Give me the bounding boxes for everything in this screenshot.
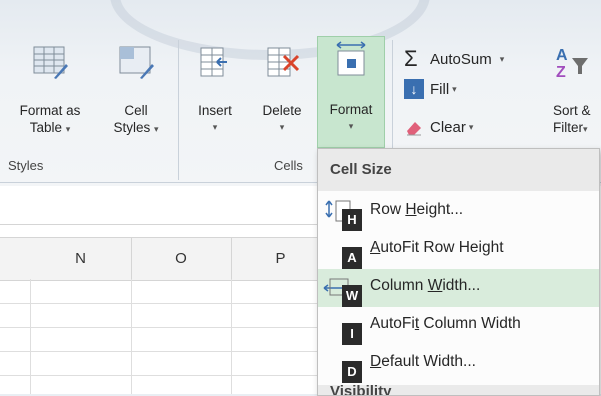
- grid-line: [231, 279, 232, 394]
- format-dropdown-menu: Cell Size H Row Height... A AutoFit Row …: [317, 148, 600, 396]
- keytip-d: D: [342, 361, 362, 383]
- chevron-down-icon: ▾: [212, 122, 218, 132]
- format-cells-icon: [336, 41, 366, 76]
- menu-section-cell-size: Cell Size: [318, 149, 599, 191]
- column-header-row: N O P: [0, 237, 331, 281]
- menu-item-column-width[interactable]: W Column Width...: [318, 269, 599, 307]
- insert-cells-icon: [200, 47, 227, 77]
- sort-filter-line1: Sort &: [553, 103, 591, 118]
- svg-text:Z: Z: [556, 64, 566, 80]
- sort-filter-button[interactable]: A Z Sort & Filter▾: [548, 40, 601, 148]
- cell-styles-icon: [119, 46, 154, 79]
- chevron-down-icon: ▾: [154, 124, 159, 134]
- label-text: eight...: [416, 201, 464, 218]
- group-separator: [178, 40, 179, 180]
- label-text: Column Width: [419, 315, 521, 332]
- format-as-table-icon: [33, 46, 68, 79]
- label-text: Column: [370, 277, 428, 294]
- accelerator-letter: H: [405, 201, 417, 218]
- autosum-label: AutoSum: [430, 50, 492, 68]
- grid-line: [131, 279, 132, 394]
- insert-button[interactable]: Insert ▾: [186, 40, 244, 148]
- table-row[interactable]: [0, 303, 330, 328]
- menu-item-autofit-row-height[interactable]: A AutoFit Row Height: [318, 231, 599, 269]
- cell-styles-button[interactable]: Cell Styles ▾: [100, 40, 172, 148]
- menu-item-row-height[interactable]: H Row Height...: [318, 193, 599, 231]
- fill-label: Fill: [430, 80, 450, 98]
- menu-item-label: Row Height...: [370, 201, 463, 219]
- column-header-o[interactable]: O: [131, 238, 232, 280]
- menu-item-label: AutoFit Row Height: [370, 239, 504, 257]
- table-row[interactable]: [0, 327, 330, 352]
- chevron-down-icon: ▾: [499, 53, 505, 64]
- delete-cells-icon: [267, 47, 300, 77]
- keytip-h: H: [342, 209, 362, 231]
- chevron-down-icon: ▾: [348, 121, 354, 131]
- menu-item-default-width[interactable]: D Default Width...: [318, 345, 599, 383]
- format-button[interactable]: Format ▾: [317, 36, 385, 148]
- menu-item-label: AutoFit Column Width: [370, 315, 521, 333]
- format-as-table-line1: Format as: [19, 103, 81, 118]
- insert-label: Insert: [198, 103, 232, 118]
- delete-label: Delete: [262, 103, 302, 118]
- chevron-down-icon: ▾: [452, 83, 457, 94]
- label-text: utoFit Row Height: [380, 239, 504, 256]
- formula-bar[interactable]: [0, 196, 330, 225]
- chevron-down-icon: ▾: [65, 124, 71, 134]
- keytip-i: I: [342, 323, 362, 345]
- accelerator-letter: D: [370, 353, 382, 370]
- fill-down-icon: ↓: [404, 79, 424, 99]
- keytip-a: A: [342, 247, 362, 269]
- label-text: AutoFi: [370, 315, 415, 332]
- sigma-icon: Σ: [404, 46, 418, 71]
- chevron-down-icon: ▾: [279, 122, 285, 132]
- autosum-button[interactable]: Σ AutoSum ▾: [404, 46, 504, 72]
- sort-filter-line2: Filter: [553, 120, 583, 135]
- format-as-table-line2: Table: [29, 120, 62, 135]
- keytip-w: W: [342, 285, 362, 307]
- cell-styles-line2: Styles: [113, 120, 151, 135]
- fill-button[interactable]: ↓ Fill ▾: [404, 76, 457, 102]
- chevron-down-icon: ▾: [468, 121, 474, 132]
- group-label-cells: Cells: [274, 158, 303, 173]
- accelerator-letter: W: [427, 277, 443, 294]
- column-header-p[interactable]: P: [231, 238, 331, 280]
- eraser-icon: [404, 117, 424, 137]
- menu-item-label: Default Width...: [370, 353, 476, 371]
- menu-item-label: Column Width...: [370, 277, 480, 295]
- menu-item-autofit-column-width[interactable]: I AutoFit Column Width: [318, 307, 599, 345]
- label-text: Row: [370, 201, 406, 218]
- label-text: efault Width...: [381, 353, 476, 370]
- sort-filter-icon: A Z: [556, 47, 588, 80]
- delete-button[interactable]: Delete ▾: [252, 40, 312, 148]
- label-text: idth...: [442, 277, 481, 294]
- format-as-table-button[interactable]: Format as Table ▾: [4, 40, 96, 148]
- column-header-n[interactable]: N: [30, 238, 132, 280]
- table-row[interactable]: [0, 279, 330, 304]
- table-row[interactable]: [0, 351, 330, 376]
- clear-label: Clear: [430, 118, 466, 136]
- cell-styles-line1: Cell: [124, 103, 148, 118]
- svg-text:A: A: [556, 47, 568, 64]
- chevron-down-icon: ▾: [583, 124, 588, 134]
- format-label: Format: [329, 102, 373, 117]
- accelerator-letter: A: [370, 239, 381, 256]
- clear-button[interactable]: Clear ▾: [404, 114, 473, 140]
- group-label-styles: Styles: [8, 158, 44, 173]
- grid-line: [30, 279, 31, 394]
